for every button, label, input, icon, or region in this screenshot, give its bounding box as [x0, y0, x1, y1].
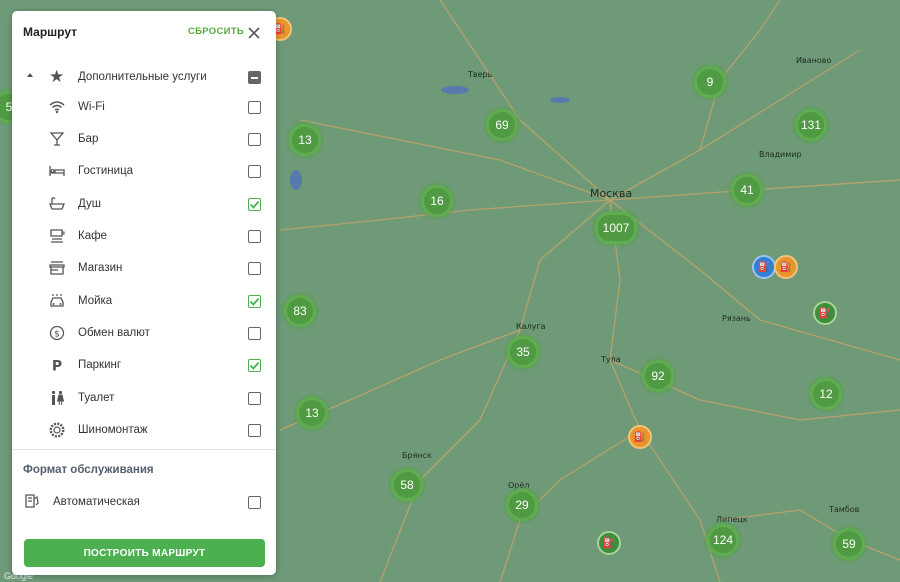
map-cluster[interactable]: 12: [810, 378, 842, 410]
map-cluster[interactable]: 124: [707, 524, 739, 556]
bed-icon: [49, 166, 65, 176]
service-item-tire-service[interactable]: Шиномонтаж: [12, 415, 276, 445]
store-icon: [49, 261, 65, 275]
car-wash-checkbox[interactable]: [248, 295, 261, 308]
city-tula: Тула: [601, 355, 621, 364]
service-item-label: Мойка: [78, 295, 113, 307]
svg-text:P: P: [52, 359, 62, 374]
parking-checkbox[interactable]: [248, 359, 261, 372]
service-item-label: Паркинг: [78, 359, 122, 371]
fuel-station-icon[interactable]: ⛽: [813, 301, 837, 325]
star-icon: ★: [49, 67, 65, 86]
currency-icon: $: [49, 325, 65, 341]
group-label: Дополнительные услуги: [78, 71, 207, 83]
service-item-label: Магазин: [78, 262, 123, 274]
service-item-currency-exchange[interactable]: $ Обмен валют: [12, 318, 276, 348]
map-cluster[interactable]: 41: [731, 174, 763, 206]
fuel-station-icon[interactable]: ⛽: [774, 255, 798, 279]
map-cluster[interactable]: 13: [289, 124, 321, 156]
map-cluster[interactable]: 69: [486, 109, 518, 141]
service-item-label: Гостиница: [78, 165, 134, 177]
service-item-label: Душ: [78, 198, 102, 210]
service-item-shower[interactable]: Душ: [12, 189, 276, 219]
car-wash-icon: [50, 294, 64, 307]
hotel-checkbox[interactable]: [248, 165, 261, 178]
fuel-station-icon[interactable]: ⛽: [752, 255, 776, 279]
coffee-cup-icon: [50, 229, 65, 243]
additional-services-group[interactable]: ★ Дополнительные услуги: [12, 67, 276, 89]
service-item-label: Бар: [78, 133, 99, 145]
restroom-icon: [51, 390, 65, 405]
service-item-car-wash[interactable]: Мойка: [12, 286, 276, 316]
service-item-hotel[interactable]: Гостиница: [12, 156, 276, 186]
map-cluster[interactable]: 13: [296, 397, 328, 429]
city-moscow: Москва: [590, 187, 633, 200]
service-item-label: Туалет: [78, 392, 115, 404]
close-icon[interactable]: [246, 25, 262, 41]
fuel-station-icon[interactable]: ⛽: [628, 425, 652, 449]
city-tambov: Тамбов: [829, 505, 860, 514]
map-cluster[interactable]: 131: [795, 109, 827, 141]
restroom-checkbox[interactable]: [248, 392, 261, 405]
group-checkbox[interactable]: [248, 71, 261, 84]
map-cluster[interactable]: 58: [391, 469, 423, 501]
service-item-wifi[interactable]: Wi-Fi: [12, 92, 276, 122]
checkmark-icon: [249, 200, 260, 209]
service-item-label: Шиномонтаж: [78, 424, 148, 436]
build-route-button[interactable]: ПОСТРОИТЬ МАРШРУТ: [24, 539, 265, 567]
city-bryansk: Брянск: [402, 451, 432, 460]
service-format-title: Формат обслуживания: [23, 464, 154, 476]
wifi-icon: [49, 101, 65, 114]
divider: [12, 449, 276, 450]
service-item-label: Кафе: [78, 230, 107, 242]
map-cluster[interactable]: 1007: [595, 212, 637, 244]
fuel-station-icon[interactable]: ⛽: [597, 531, 621, 555]
store-checkbox[interactable]: [248, 262, 261, 275]
shower-checkbox[interactable]: [248, 198, 261, 211]
service-item-bar[interactable]: Бар: [12, 124, 276, 154]
service-item-label: Wi-Fi: [78, 101, 105, 113]
service-item-cafe[interactable]: Кафе: [12, 221, 276, 251]
checkmark-icon: [249, 361, 260, 370]
map-cluster[interactable]: 92: [642, 360, 674, 392]
map-cluster[interactable]: 16: [421, 185, 453, 217]
tire-icon: [49, 422, 65, 438]
city-kaluga: Калуга: [516, 322, 546, 331]
service-item-restroom[interactable]: Туалет: [12, 383, 276, 413]
service-item-label: Обмен валют: [78, 327, 150, 339]
svg-text:$: $: [54, 330, 60, 340]
city-ryazan: Рязань: [722, 314, 751, 323]
panel-title: Маршрут: [23, 25, 78, 39]
reset-button[interactable]: СБРОСИТЬ: [188, 26, 244, 37]
chevron-up-icon[interactable]: [27, 73, 33, 77]
service-item-store[interactable]: Магазин: [12, 253, 276, 283]
cafe-checkbox[interactable]: [248, 230, 261, 243]
service-format-item-automatic[interactable]: Автоматическая: [12, 489, 276, 515]
cocktail-icon: [49, 132, 65, 146]
service-format-label: Автоматическая: [53, 496, 140, 508]
route-panel: Маршрут СБРОСИТЬ ★ Дополнительные услуги…: [12, 11, 276, 575]
automatic-checkbox[interactable]: [248, 496, 261, 509]
wifi-checkbox[interactable]: [248, 101, 261, 114]
bathtub-icon: [49, 197, 65, 210]
city-lipetsk: Липецк: [716, 515, 748, 524]
map-cluster[interactable]: 59: [833, 528, 865, 560]
checkmark-icon: [249, 297, 260, 306]
city-tver: Тверь: [468, 70, 493, 79]
map-cluster[interactable]: 35: [507, 336, 539, 368]
parking-icon: P: [52, 359, 62, 374]
bar-checkbox[interactable]: [248, 133, 261, 146]
map-cluster[interactable]: 83: [284, 295, 316, 327]
currency-exchange-checkbox[interactable]: [248, 327, 261, 340]
fuel-terminal-icon: [25, 494, 39, 508]
city-vladimir: Владимир: [759, 150, 802, 159]
city-ivanovo: Иваново: [796, 56, 832, 65]
map-cluster[interactable]: 29: [506, 489, 538, 521]
tire-service-checkbox[interactable]: [248, 424, 261, 437]
map-cluster[interactable]: 9: [694, 66, 726, 98]
service-item-parking[interactable]: P Паркинг: [12, 350, 276, 380]
